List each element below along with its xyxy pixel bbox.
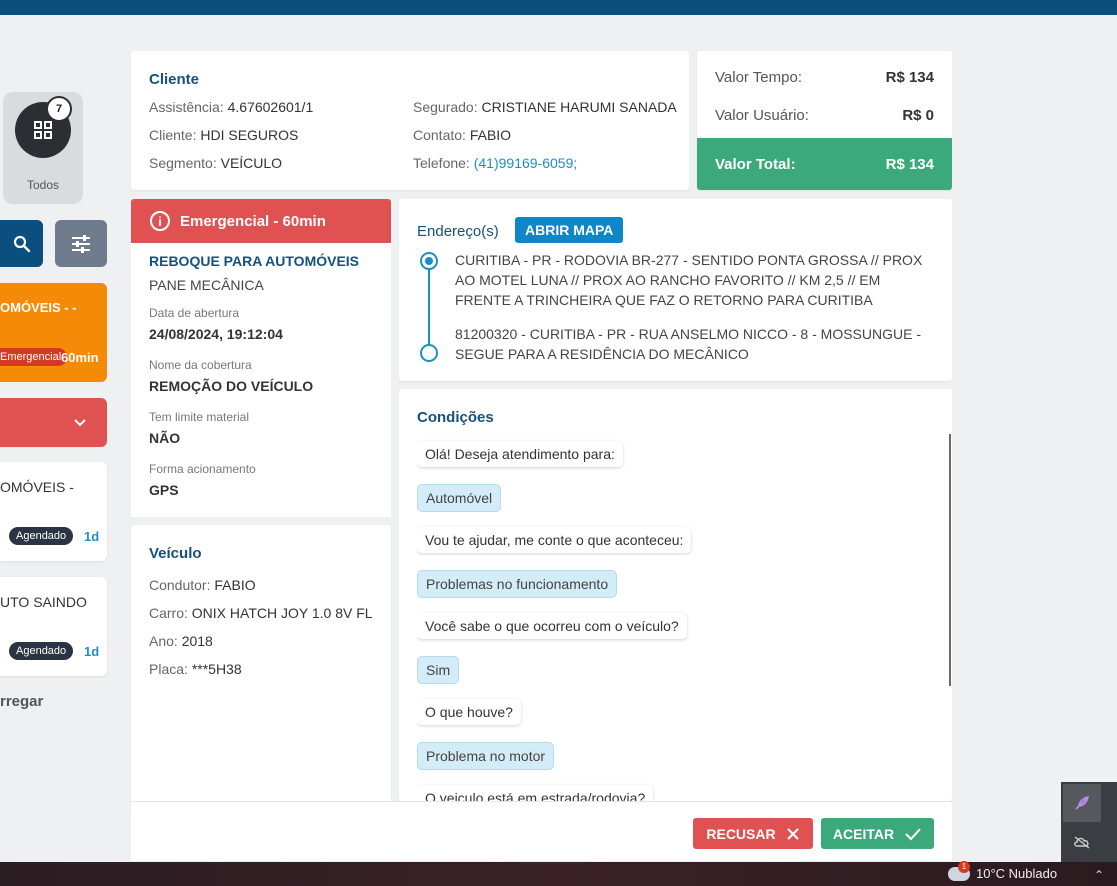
chat-answer: Automóvel <box>417 484 502 512</box>
todos-count-badge: 7 <box>46 96 72 122</box>
close-icon <box>786 827 799 840</box>
cliente-card: Cliente Assistência: 4.67602601/1 Client… <box>131 51 689 190</box>
sidebar-item-agendado-2[interactable]: UTO SAINDO Agendado 1d <box>0 577 107 676</box>
cliente-field: Cliente: HDI SEGUROS <box>149 127 299 143</box>
load-more-link[interactable]: rregar <box>0 693 43 710</box>
valor-usuario-row: Valor Usuário: R$ 0 <box>715 107 934 124</box>
cloud-off-icon <box>1074 836 1090 849</box>
telefone-link[interactable]: (41)99169-6059; <box>474 155 578 171</box>
servico-nome: REBOQUE PARA AUTOMÓVEIS <box>149 253 360 269</box>
filter-todos[interactable]: 7 Todos <box>3 92 83 204</box>
weather-text: 10°C Nublado <box>976 866 1058 881</box>
chat-answer: Problemas no funcionamento <box>417 570 618 598</box>
chat-question: Você sabe o que ocorreu com o veículo? <box>417 613 687 639</box>
valores-card: Valor Tempo: R$ 134 Valor Usuário: R$ 0 Va… <box>697 51 952 190</box>
emergencia-header: i Emergencial - 60min <box>131 199 391 243</box>
floating-tool-panel <box>1061 782 1117 862</box>
feather-pen-button[interactable] <box>1063 784 1101 822</box>
status-badge: Emergencial <box>0 348 68 366</box>
info-icon: i <box>150 211 170 231</box>
condutor-field: Condutor: FABIO <box>149 577 256 593</box>
sliders-icon <box>72 234 90 253</box>
endereco-origem: CURITIBA - PR - RODOVIA BR-277 - SENTIDO… <box>455 252 923 308</box>
sidebar-item-time: 1d <box>84 644 100 659</box>
sidebar-item-time: 60min <box>61 350 99 365</box>
contato-field: Contato: FABIO <box>413 127 512 143</box>
chat-answer: Problema no motor <box>417 742 555 770</box>
ano-field: Ano: 2018 <box>149 633 213 649</box>
check-icon <box>905 827 921 840</box>
feather-icon <box>1075 795 1090 810</box>
veiculo-title: Veículo <box>149 545 202 562</box>
status-badge: Agendado <box>9 527 74 545</box>
limite-value: NÃO <box>149 430 181 446</box>
valor-tempo-row: Valor Tempo: R$ 134 <box>715 69 934 86</box>
route-line <box>428 263 430 353</box>
chat-answer: Sim <box>417 656 460 684</box>
destination-marker-icon <box>420 344 438 362</box>
assistencia-field: Assistência: 4.67602601/1 <box>149 99 314 115</box>
segurado-field: Segurado: CRISTIANE HARUMI SANADA <box>413 99 677 115</box>
sidebar-item-title: OMÓVEIS - <box>0 479 74 495</box>
recusar-button[interactable]: RECUSAR <box>693 818 813 849</box>
aceitar-button[interactable]: ACEITAR <box>821 818 934 849</box>
chat-question: Vou te ajudar, me conte o que aconteceu: <box>417 527 692 553</box>
filter-settings-button[interactable] <box>55 220 107 267</box>
status-badge: Agendado <box>9 642 74 660</box>
veiculo-card: Veículo Condutor: FABIO Carro: ONIX HATC… <box>131 525 391 815</box>
search-button[interactable] <box>0 220 43 267</box>
abertura-value: 24/08/2024, 19:12:04 <box>149 326 283 342</box>
abertura-label: Data de abertura <box>149 306 240 320</box>
segmento-field: Segmento: VEÍCULO <box>149 155 283 171</box>
cloud-icon: 1 <box>948 860 970 881</box>
action-footer: RECUSAR ACEITAR <box>131 801 952 861</box>
sidebar-item-title: OMÓVEIS - - <box>0 300 77 315</box>
cobertura-value: REMOÇÃO DO VEÍCULO <box>149 378 314 394</box>
sidebar-item-title: UTO SAINDO <box>0 594 87 610</box>
todos-label: Todos <box>26 178 60 192</box>
endereco-destino: 81200320 - CURITIBA - PR - RUA ANSELMO N… <box>455 326 921 362</box>
os-taskbar: 1 10°C Nublado ⌃ <box>0 860 1117 886</box>
enderecos-card: Endereço(s) ABRIR MAPA CURITIBA - PR - R… <box>399 199 952 381</box>
chevron-down-icon <box>74 418 86 426</box>
chat-question: O veiculo está em estrada/rodovia? <box>417 785 654 801</box>
top-header-bar <box>0 0 1117 15</box>
condicoes-chat-scroll[interactable]: Olá! Deseja atendimento para: Automóvel … <box>417 435 953 801</box>
hide-cloud-button[interactable] <box>1063 824 1101 860</box>
open-map-button[interactable]: ABRIR MAPA <box>515 217 624 243</box>
cliente-title: Cliente <box>149 71 200 88</box>
chevron-up-icon[interactable]: ⌃ <box>1094 868 1104 882</box>
chat-question: O que houve? <box>417 699 521 725</box>
limite-label: Tem limite material <box>149 410 250 424</box>
condicoes-title: Condições <box>417 409 494 426</box>
cobertura-label: Nome da cobertura <box>149 358 252 372</box>
acionamento-value: GPS <box>149 482 179 498</box>
sidebar-item-time: 1d <box>84 529 100 544</box>
condicoes-card: Condições Olá! Deseja atendimento para: … <box>399 389 952 801</box>
acionamento-label: Forma acionamento <box>149 462 256 476</box>
sidebar-item-agendado-1[interactable]: OMÓVEIS - Agendado 1d <box>0 462 107 561</box>
servico-card: REBOQUE PARA AUTOMÓVEIS PANE MECÂNICA Da… <box>131 243 391 517</box>
telefone-field: Telefone: (41)99169-6059; <box>413 155 578 171</box>
weather-widget[interactable]: 1 10°C Nublado <box>948 860 1058 881</box>
sidebar-item-emergencial[interactable]: OMÓVEIS - - Emergencial 60min <box>0 283 107 382</box>
sidebar-collapse-toggle[interactable] <box>0 398 107 447</box>
carro-field: Carro: ONIX HATCH JOY 1.0 8V FL <box>149 605 373 621</box>
origin-marker-icon <box>420 252 438 270</box>
chat-question: Olá! Deseja atendimento para: <box>417 441 623 467</box>
placa-field: Placa: ***5H38 <box>149 661 242 677</box>
servico-sub: PANE MECÂNICA <box>149 277 264 293</box>
scrollbar[interactable] <box>949 434 951 686</box>
valor-total-row: Valor Total: R$ 134 <box>697 138 952 190</box>
search-icon <box>13 235 30 252</box>
enderecos-title: Endereço(s) <box>417 223 499 240</box>
